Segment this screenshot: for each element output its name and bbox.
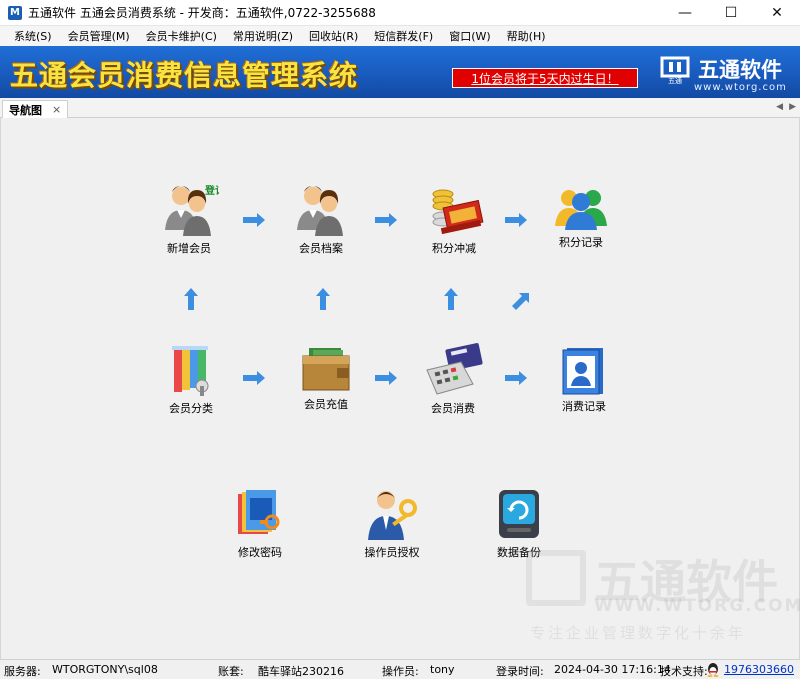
flow-arrow-right-icon [505,213,527,227]
flow-arrow-up-icon [316,288,330,310]
points-deduct-icon [432,189,484,235]
menu-bar: 系统(S) 会员管理(M) 会员卡维护(C) 常用说明(Z) 回收站(R) 短信… [0,26,800,46]
operator-label: 操作员: [382,665,419,678]
menu-card-maintenance[interactable]: 会员卡维护(C) [138,28,225,44]
flow-arrow-right-icon [375,213,397,227]
support-label: 技术支持: [660,665,708,678]
support-qq-link[interactable]: 1976303660 [724,663,794,676]
minimize-button[interactable]: — [662,0,708,26]
nav-member-consumption-label: 会员消费 [431,402,475,415]
nav-member-consumption[interactable]: 会员消费 [408,342,498,416]
watermark-logo-icon [526,550,586,606]
banner-title: 五通会员消费信息管理系统 [10,59,359,92]
nav-points-record[interactable]: 积分记录 [536,186,626,250]
flow-arrow-diagonal-icon [512,293,529,310]
menu-member-management[interactable]: 会员管理(M) [60,28,138,44]
server-label: 服务器: [4,665,41,678]
data-backup-icon [499,490,539,538]
nav-add-member[interactable]: 登记 新增会员 [144,182,234,256]
flow-arrow-right-icon [505,371,527,385]
pos-terminal-icon [426,343,483,395]
register-badge: 登记 [204,184,219,197]
server-value: WTORGTONY\sql08 [52,663,158,676]
window-controls: — ☐ ✕ [662,0,800,26]
nav-member-recharge-label: 会员充值 [304,398,348,411]
nav-change-password-label: 修改密码 [238,546,282,559]
menu-window[interactable]: 窗口(W) [441,28,498,44]
flow-arrow-right-icon [375,371,397,385]
nav-points-deduct[interactable]: 积分冲减 [409,184,499,256]
nav-member-category-label: 会员分类 [169,402,213,415]
flow-arrow-up-icon [184,288,198,310]
logo-mark-text: 五通 [668,76,682,84]
menu-system[interactable]: 系统(S) [6,28,60,44]
nav-member-category[interactable]: 会员分类 [146,342,236,416]
account-value: 酷车驿站230216 [258,665,344,678]
menu-help[interactable]: 帮助(H) [499,28,554,44]
login-time-value: 2024-04-30 17:16:14 [554,663,671,676]
change-password-icon [238,490,280,534]
tab-strip: 导航图 × ◀ ▶ [0,98,800,118]
birthday-alert-link[interactable]: 1位会员将于5天内过生日！ [452,68,638,88]
login-time-label: 登录时间: [496,665,544,678]
consumption-record-icon [562,348,603,395]
tab-close-icon[interactable]: × [52,103,61,116]
nav-points-deduct-label: 积分冲减 [432,242,476,255]
maximize-button[interactable]: ☐ [708,0,754,26]
flow-arrow-right-icon [243,371,265,385]
nav-member-recharge[interactable]: 会员充值 [281,344,371,412]
scroll-right-icon[interactable]: ▶ [789,102,796,112]
flow-arrow-up-icon [444,288,458,310]
tab-navigation[interactable]: 导航图 × [2,100,69,118]
status-bar: 服务器: WTORGTONY\sql08 账套: 酷车驿站230216 操作员:… [0,659,800,679]
app-icon: M [8,5,22,20]
close-button[interactable]: ✕ [754,0,800,26]
operator-auth-icon [368,491,417,540]
nav-member-profile-label: 会员档案 [299,242,343,255]
logo-name: 五通软件 [698,58,782,82]
nav-consumption-record-label: 消费记录 [562,400,606,413]
account-label: 账套: [218,665,244,678]
window-title: 五通软件 五通会员消费系统 - 开发商：五通软件,0722-3255688 [28,6,376,20]
birthday-alert-text: 1位会员将于5天内过生日！ [471,71,619,86]
nav-operator-auth-label: 操作员授权 [364,546,420,559]
menu-help-notes[interactable]: 常用说明(Z) [225,28,301,44]
operator-value: tony [430,663,455,676]
app-banner: 五通会员消费信息管理系统 1位会员将于5天内过生日！ 五通 五通软件 www.w… [0,46,800,98]
watermark-slogan: 专注企业管理数字化十余年 [530,624,747,642]
company-logo-icon: 五通 [660,56,690,84]
menu-recycle-bin[interactable]: 回收站(R) [301,28,366,44]
wallet-icon [302,348,350,391]
member-category-icon [172,346,209,396]
flow-arrow-right-icon [243,213,265,227]
menu-sms-broadcast[interactable]: 短信群发(F) [366,28,441,44]
tab-scroll-controls: ◀ ▶ [776,102,796,112]
nav-operator-auth[interactable]: 操作员授权 [347,488,437,560]
title-bar: M 五通软件 五通会员消费系统 - 开发商：五通软件,0722-3255688 … [0,0,800,26]
watermark-url: WWW.WTORG.COM [594,596,800,616]
nav-points-record-label: 积分记录 [559,236,603,249]
member-profile-icon [297,186,343,236]
brand-watermark: 五通软件 WWW.WTORG.COM 专注企业管理数字化十余年 [526,550,800,650]
nav-add-member-label: 新增会员 [167,242,211,255]
nav-member-profile[interactable]: 会员档案 [276,182,366,256]
tab-navigation-label: 导航图 [9,103,42,117]
nav-consumption-record[interactable]: 消费记录 [539,346,629,414]
navigation-canvas: 登记 新增会员 会员档案 积分冲减 [0,118,800,659]
scroll-left-icon[interactable]: ◀ [776,102,783,112]
add-member-icon: 登记 [165,184,219,236]
nav-change-password[interactable]: 修改密码 [215,488,305,560]
qq-icon [707,663,719,677]
points-record-icon [555,190,607,230]
logo-url: www.wtorg.com [694,82,787,93]
